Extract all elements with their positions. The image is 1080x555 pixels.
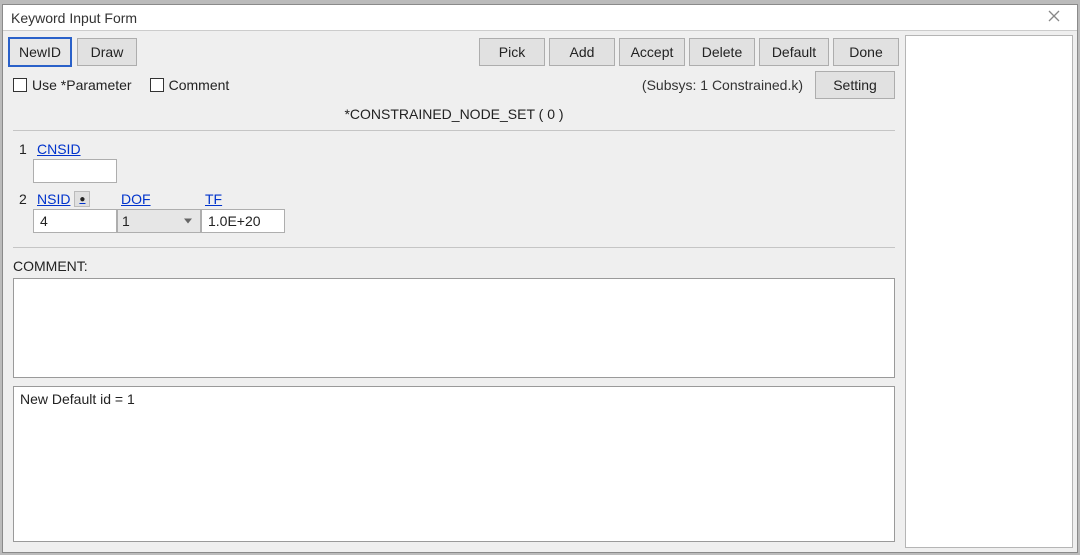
cnsid-link[interactable]: CNSID <box>33 139 117 159</box>
pick-button[interactable]: Pick <box>479 38 545 66</box>
comment-checkbox[interactable]: Comment <box>150 77 230 93</box>
field-dof: DOF 1 <box>117 189 201 233</box>
draw-button[interactable]: Draw <box>77 38 137 66</box>
keyword-title: *CONSTRAINED_NODE_SET ( 0 ) <box>13 101 895 131</box>
dof-link[interactable]: DOF <box>117 189 201 209</box>
main-panel: NewID Draw Pick Add Accept Delete Defaul… <box>7 35 901 548</box>
nsid-label-wrap: NSID ● <box>33 189 117 209</box>
nsid-link[interactable]: NSID <box>37 191 70 207</box>
comment-section-label: COMMENT: <box>13 258 895 274</box>
use-parameter-label: Use *Parameter <box>32 77 132 93</box>
checkbox-icon <box>150 78 164 92</box>
tf-link[interactable]: TF <box>201 189 285 209</box>
card-row-1: 1 CNSID <box>19 139 889 183</box>
data-cards: 1 CNSID 2 NSID ● <box>13 135 895 248</box>
field-cnsid: CNSID <box>33 139 117 183</box>
status-log[interactable]: New Default id = 1 <box>13 386 895 542</box>
add-button[interactable]: Add <box>549 38 615 66</box>
card-index-1: 1 <box>19 139 33 157</box>
status-log-text: New Default id = 1 <box>20 391 135 407</box>
close-icon[interactable] <box>1039 9 1069 26</box>
tf-input[interactable] <box>201 209 285 233</box>
titlebar: Keyword Input Form <box>3 5 1077 31</box>
cnsid-input[interactable] <box>33 159 117 183</box>
checkbox-icon <box>13 78 27 92</box>
toolbar: NewID Draw Pick Add Accept Delete Defaul… <box>7 35 901 69</box>
field-nsid: NSID ● <box>33 189 117 233</box>
use-parameter-checkbox[interactable]: Use *Parameter <box>13 77 132 93</box>
side-panel <box>905 35 1073 548</box>
window-title: Keyword Input Form <box>11 10 137 26</box>
done-button[interactable]: Done <box>833 38 899 66</box>
new-id-button[interactable]: NewID <box>9 38 71 66</box>
dof-select[interactable]: 1 <box>117 209 201 233</box>
keyword-title-text: *CONSTRAINED_NODE_SET ( 0 ) <box>344 106 563 122</box>
comment-checkbox-label: Comment <box>169 77 230 93</box>
card-row-2: 2 NSID ● DOF 1 <box>19 189 889 233</box>
dof-value: 1 <box>122 213 130 229</box>
comment-textarea[interactable] <box>13 278 895 378</box>
delete-button[interactable]: Delete <box>689 38 755 66</box>
card-index-2: 2 <box>19 189 33 207</box>
accept-button[interactable]: Accept <box>619 38 685 66</box>
options-row: Use *Parameter Comment (Subsys: 1 Constr… <box>7 69 901 101</box>
subsystem-label: (Subsys: 1 Constrained.k) <box>642 77 803 93</box>
nsid-input[interactable] <box>33 209 117 233</box>
default-button[interactable]: Default <box>759 38 829 66</box>
field-tf: TF <box>201 189 285 233</box>
body: NewID Draw Pick Add Accept Delete Defaul… <box>3 31 1077 552</box>
comment-section: COMMENT: <box>13 258 895 378</box>
setting-button[interactable]: Setting <box>815 71 895 99</box>
keyword-input-window: Keyword Input Form NewID Draw Pick Add A… <box>2 4 1078 553</box>
nsid-picker-icon[interactable]: ● <box>74 191 90 207</box>
